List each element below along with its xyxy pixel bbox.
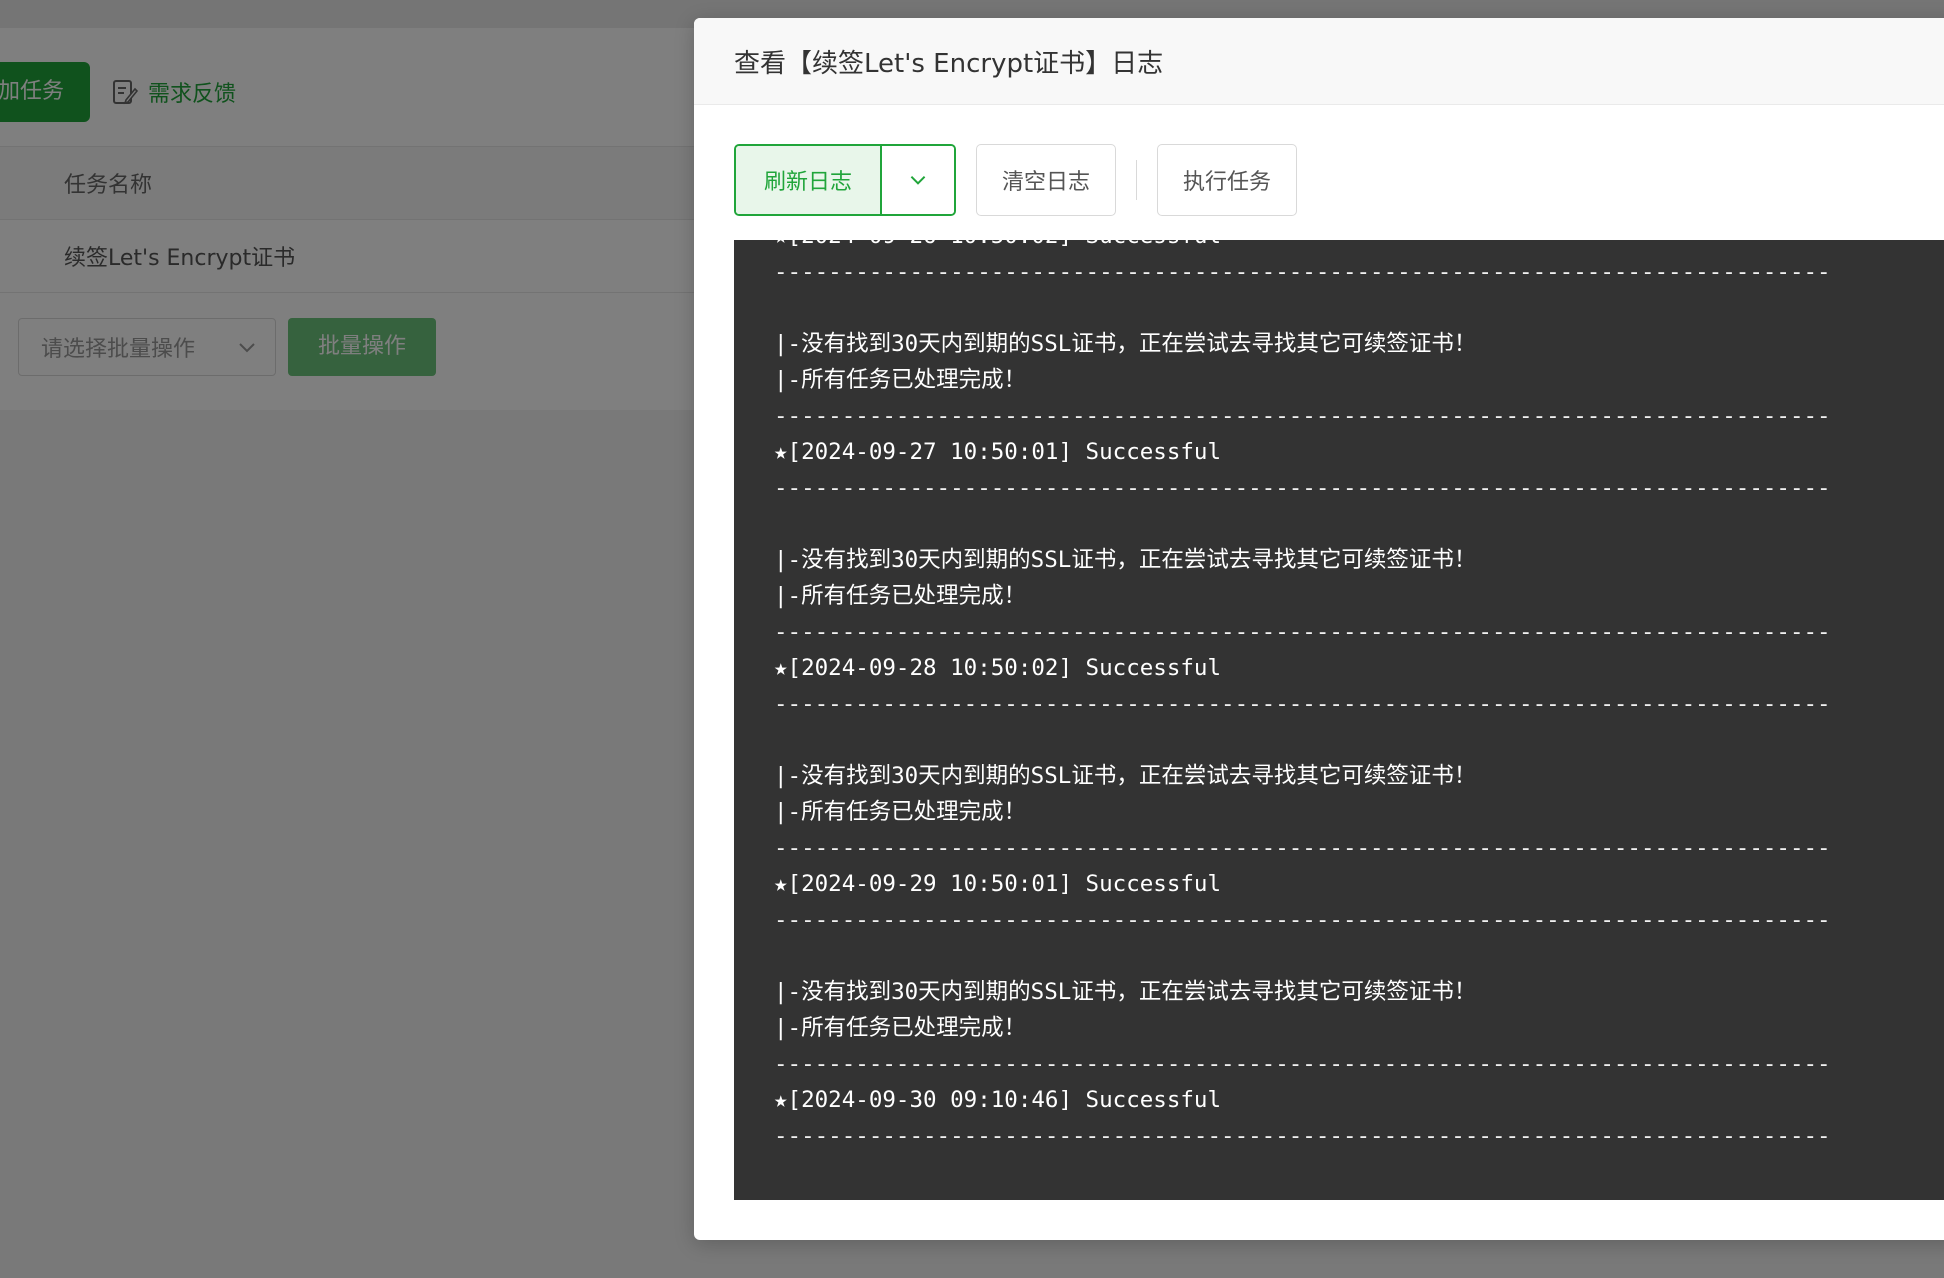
log-text-line: |-所有任务已处理完成！	[774, 367, 1027, 393]
execute-task-button[interactable]: 执行任务	[1157, 144, 1298, 216]
log-text-line: |-没有找到30天内到期的SSL证书，正在尝试去寻找其它可续签证书！	[774, 763, 1477, 789]
modal-title: 查看【续签Let's Encrypt证书】日志	[734, 48, 1164, 79]
chevron-down-icon	[910, 175, 926, 185]
refresh-log-button[interactable]: 刷新日志	[736, 146, 882, 214]
log-separator: ----------------------------------------…	[774, 475, 1831, 501]
toolbar-divider	[1136, 160, 1138, 200]
log-separator: ----------------------------------------…	[774, 619, 1831, 645]
log-text-line: |-没有找到30天内到期的SSL证书，正在尝试去寻找其它可续签证书！	[774, 979, 1477, 1005]
log-text-line: |-没有找到30天内到期的SSL证书，正在尝试去寻找其它可续签证书！	[774, 547, 1477, 573]
log-status-line: ★[2024-09-27 10:50:01] Successful	[774, 439, 1222, 465]
log-separator: ----------------------------------------…	[774, 1051, 1831, 1077]
log-separator: ----------------------------------------…	[774, 403, 1831, 429]
refresh-dropdown-button[interactable]	[882, 146, 954, 214]
log-text-line: |-所有任务已处理完成！	[774, 799, 1027, 825]
log-status-line: ★[2024-09-30 09:10:46] Successful	[774, 1087, 1222, 1113]
log-blank-line	[774, 722, 1944, 758]
log-text-line: |-所有任务已处理完成！	[774, 1015, 1027, 1041]
log-separator: ----------------------------------------…	[774, 907, 1831, 933]
page: 加任务 需求反馈 任务名称 续签Let's Encrypt证书 请选择批量操作 …	[0, 0, 1944, 1278]
log-output[interactable]: ★[2024-09-26 10:50:02] Successful -------…	[734, 240, 1944, 1200]
log-content: ★[2024-09-26 10:50:02] Successful -------…	[774, 240, 1944, 1154]
log-text-line: |-所有任务已处理完成！	[774, 583, 1027, 609]
log-status-line: ★[2024-09-26 10:50:02] Successful	[774, 240, 1944, 254]
log-status-line: ★[2024-09-28 10:50:02] Successful	[774, 655, 1222, 681]
log-modal: 查看【续签Let's Encrypt证书】日志 刷新日志 清空日志 执行任务 ★…	[694, 18, 1944, 1240]
log-separator: ----------------------------------------…	[774, 1123, 1831, 1149]
log-blank-line	[774, 506, 1944, 542]
log-separator: ----------------------------------------…	[774, 835, 1831, 861]
log-status-line: ★[2024-09-29 10:50:01] Successful	[774, 871, 1222, 897]
clear-log-button[interactable]: 清空日志	[976, 144, 1117, 216]
log-separator: ----------------------------------------…	[774, 691, 1831, 717]
log-blank-line	[774, 290, 1944, 326]
log-toolbar: 刷新日志 清空日志 执行任务	[734, 144, 1298, 216]
refresh-split-button: 刷新日志	[734, 144, 956, 216]
log-separator: ----------------------------------------…	[774, 259, 1831, 285]
log-blank-line	[774, 938, 1944, 974]
modal-header: 查看【续签Let's Encrypt证书】日志	[694, 18, 1944, 105]
log-text-line: |-没有找到30天内到期的SSL证书，正在尝试去寻找其它可续签证书！	[774, 331, 1477, 357]
